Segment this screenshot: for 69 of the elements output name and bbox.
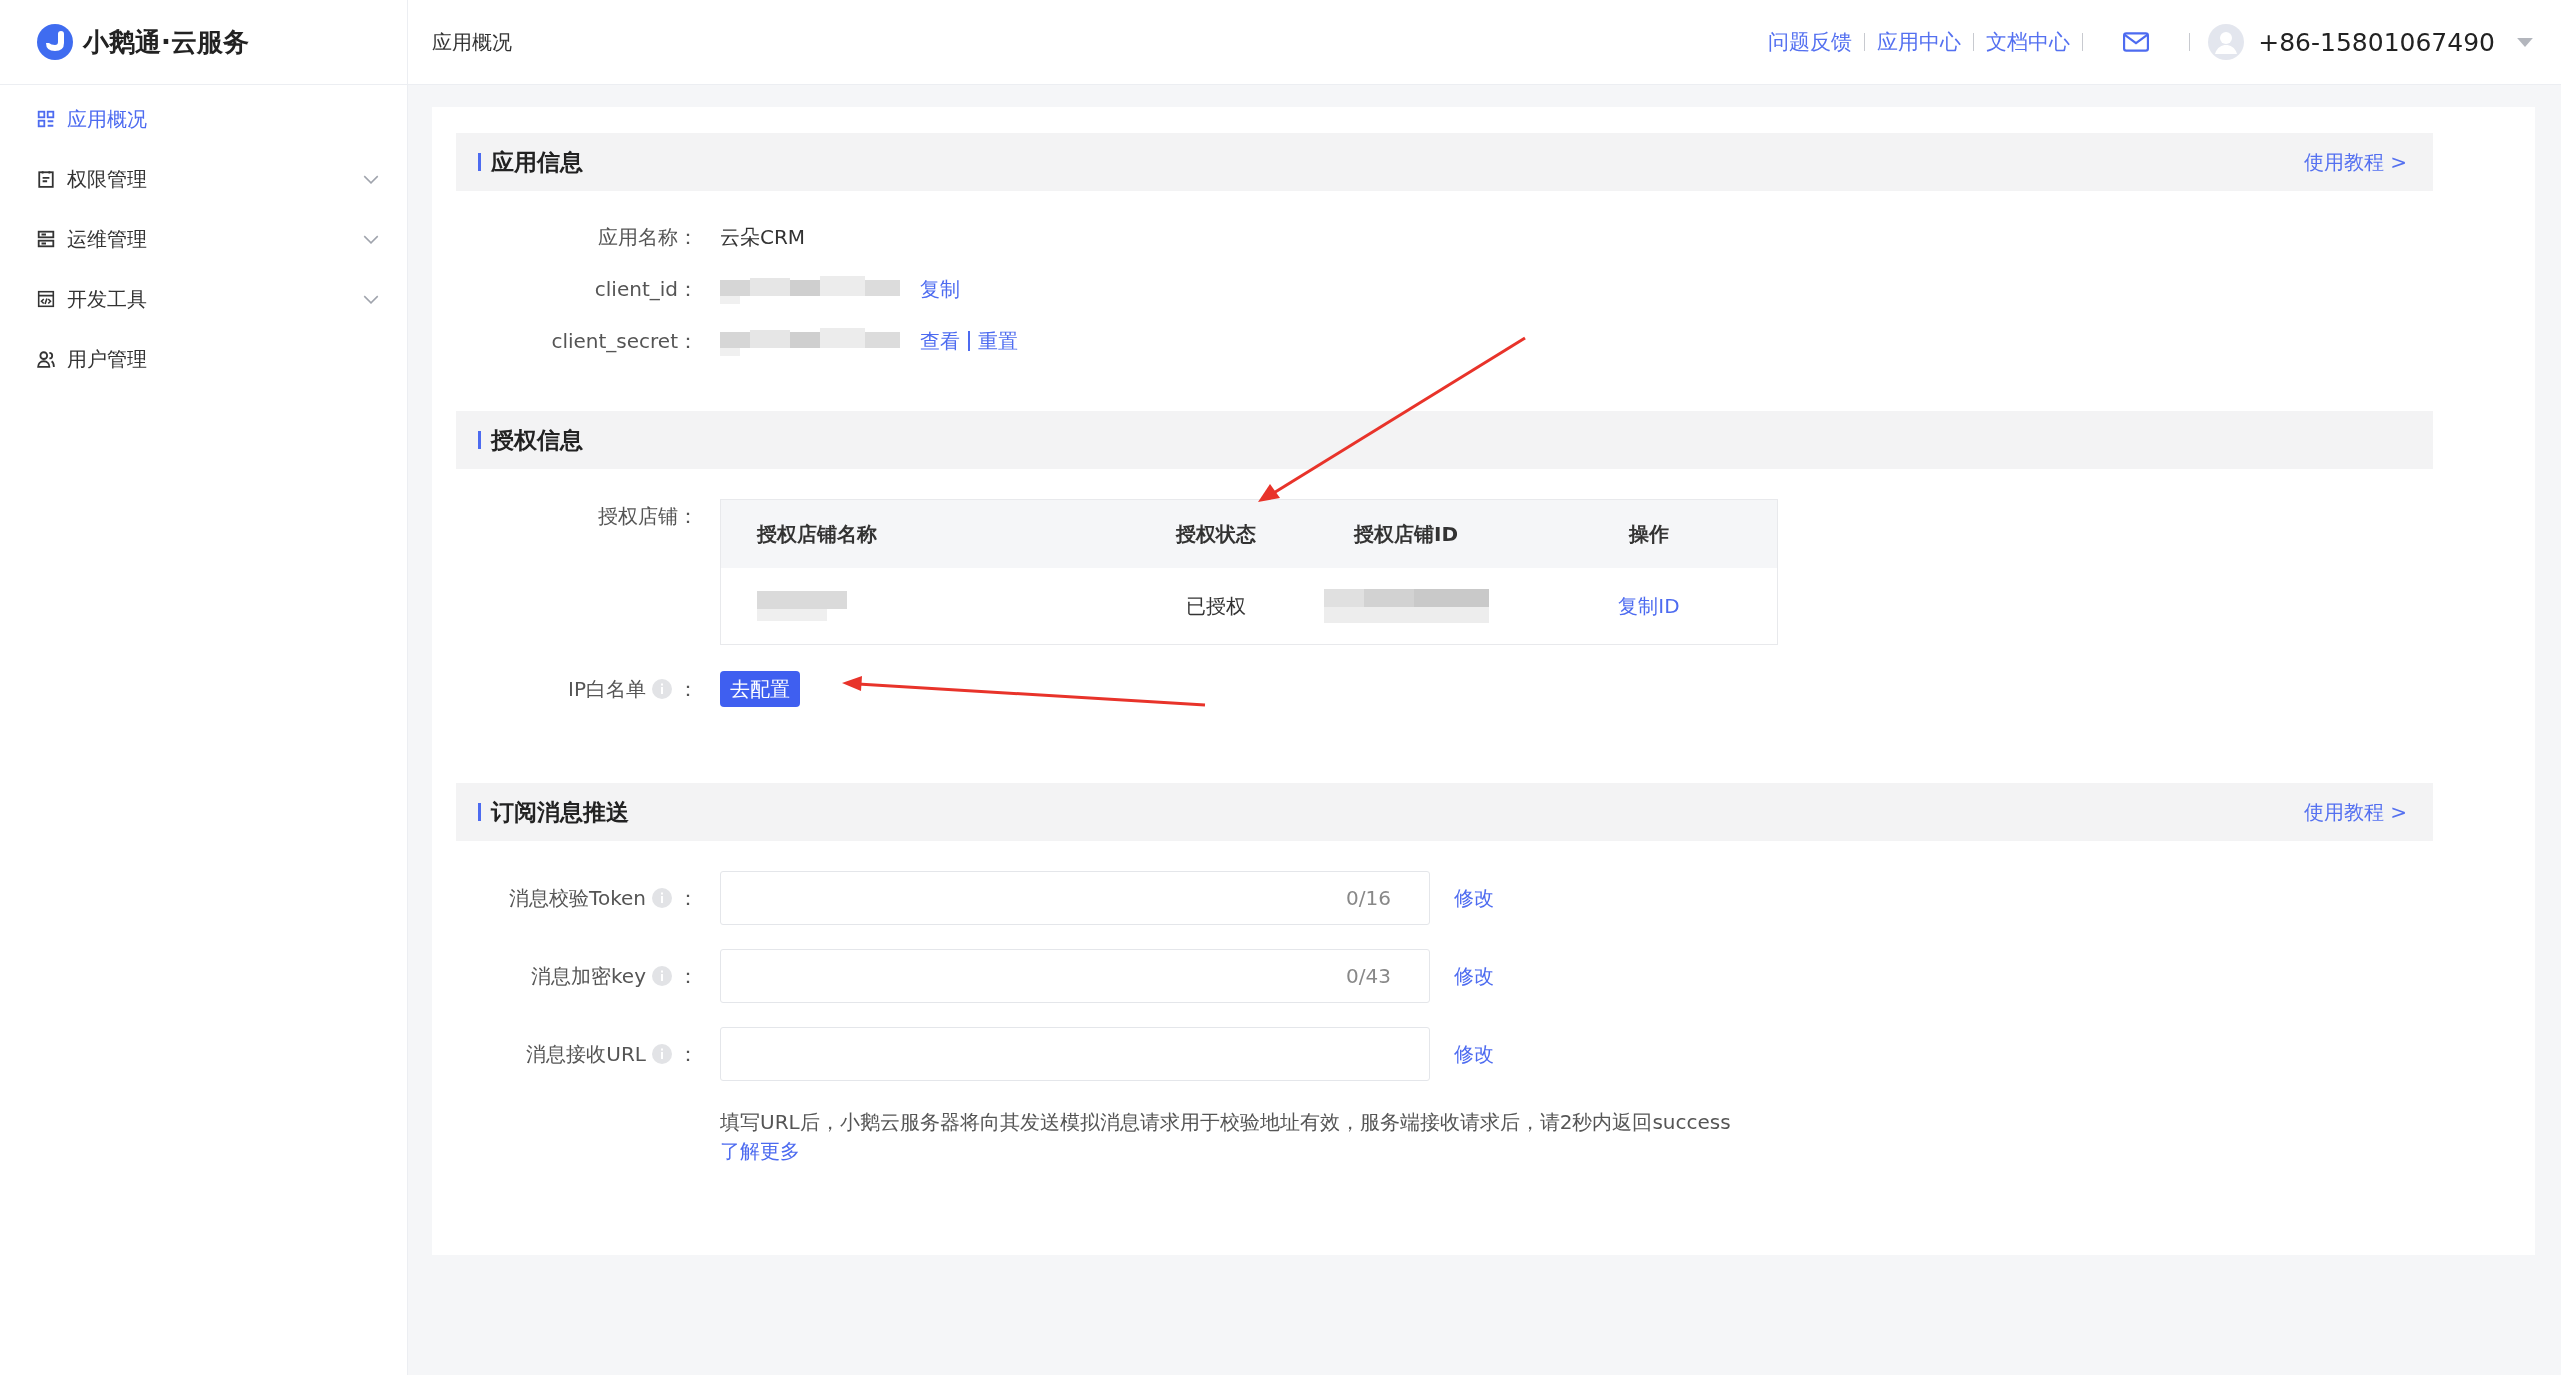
field-label: 消息接收URL xyxy=(526,1040,646,1068)
colon: ： xyxy=(678,884,698,912)
input-field[interactable] xyxy=(720,1027,1430,1081)
tutorial-link[interactable]: 使用教程 > xyxy=(2303,148,2407,176)
colon: ： xyxy=(678,275,698,303)
section-title: 订阅消息推送 xyxy=(491,797,630,827)
sidebar-item[interactable]: 运维管理 xyxy=(0,209,407,269)
input-field[interactable]: 0/16 xyxy=(720,871,1430,925)
input-field[interactable]: 0/43 xyxy=(720,949,1430,1003)
breadcrumb: 应用概况 xyxy=(432,28,512,56)
column-header: 授权店铺ID xyxy=(1352,520,1459,548)
field-label: client_id xyxy=(594,277,678,301)
field-label: 消息校验Token xyxy=(509,884,646,912)
colon: ： xyxy=(678,223,698,251)
user-phone[interactable]: +86-15801067490 xyxy=(2258,27,2495,57)
column-header: 授权店铺名称 xyxy=(755,520,878,548)
brand-name: 小鹅通·云服务 xyxy=(83,25,249,59)
info-icon[interactable] xyxy=(652,888,672,908)
column-header: 操作 xyxy=(1627,520,1670,548)
copy-id-link[interactable]: 复制ID xyxy=(1618,592,1680,620)
chevron-down-icon xyxy=(363,174,379,184)
header-link[interactable]: 问题反馈 xyxy=(1768,28,1853,56)
field-value: 云朵CRM xyxy=(720,223,806,251)
mail-icon[interactable] xyxy=(2123,32,2150,52)
grid-icon xyxy=(37,110,55,128)
users-icon xyxy=(37,350,55,368)
sidebar-item[interactable]: 权限管理 xyxy=(0,149,407,209)
action-link[interactable]: 复制 xyxy=(920,275,960,303)
server-icon xyxy=(37,230,55,248)
sidebar-item[interactable]: 用户管理 xyxy=(0,329,407,389)
table-cell: 已授权 xyxy=(1186,592,1246,620)
goose-logo-icon xyxy=(37,24,73,60)
colon: ： xyxy=(678,327,698,355)
help-text: 填写URL后，小鹅云服务器将向其发送模拟消息请求用于校验地址有效，服务端接收请求后，请2秒内返回success xyxy=(720,1109,1731,1136)
caret-icon[interactable] xyxy=(2517,37,2533,47)
sidebar-item[interactable]: 应用概况 xyxy=(0,89,407,149)
colon: ： xyxy=(678,675,698,703)
chevron-down-icon xyxy=(363,294,379,304)
field-label: 消息加密key xyxy=(531,962,646,990)
chevron-down-icon xyxy=(363,234,379,244)
section-title: 应用信息 xyxy=(491,147,584,177)
colon: ： xyxy=(678,503,698,530)
clipboard-icon xyxy=(37,170,55,188)
info-icon[interactable] xyxy=(652,966,672,986)
action-link[interactable]: 查看 xyxy=(920,327,960,355)
header-link[interactable]: 应用中心 xyxy=(1877,28,1962,56)
char-counter: 0/43 xyxy=(1346,964,1391,988)
edit-link[interactable]: 修改 xyxy=(1454,962,1494,990)
column-header: 授权状态 xyxy=(1174,520,1257,548)
field-label: client_secret xyxy=(551,329,678,353)
char-counter: 0/16 xyxy=(1346,886,1391,910)
configure-button[interactable]: 去配置 xyxy=(720,671,800,707)
edit-link[interactable]: 修改 xyxy=(1454,884,1494,912)
section-title: 授权信息 xyxy=(491,425,584,455)
colon: ： xyxy=(678,962,698,990)
learn-more-link[interactable]: 了解更多 xyxy=(720,1138,800,1165)
sidebar-item[interactable]: 开发工具 xyxy=(0,269,407,329)
info-icon[interactable] xyxy=(652,679,672,699)
field-label: 授权店铺 xyxy=(598,503,678,530)
code-window-icon xyxy=(37,290,55,308)
field-label: 应用名称 xyxy=(598,223,678,251)
info-icon[interactable] xyxy=(652,1044,672,1064)
edit-link[interactable]: 修改 xyxy=(1454,1040,1494,1068)
action-link[interactable]: 重置 xyxy=(978,327,1018,355)
colon: ： xyxy=(678,1040,698,1068)
header-link[interactable]: 文档中心 xyxy=(1986,28,2071,56)
tutorial-link[interactable]: 使用教程 > xyxy=(2303,798,2407,826)
avatar-icon[interactable] xyxy=(2208,24,2245,60)
field-label: IP白名单 xyxy=(568,675,646,703)
